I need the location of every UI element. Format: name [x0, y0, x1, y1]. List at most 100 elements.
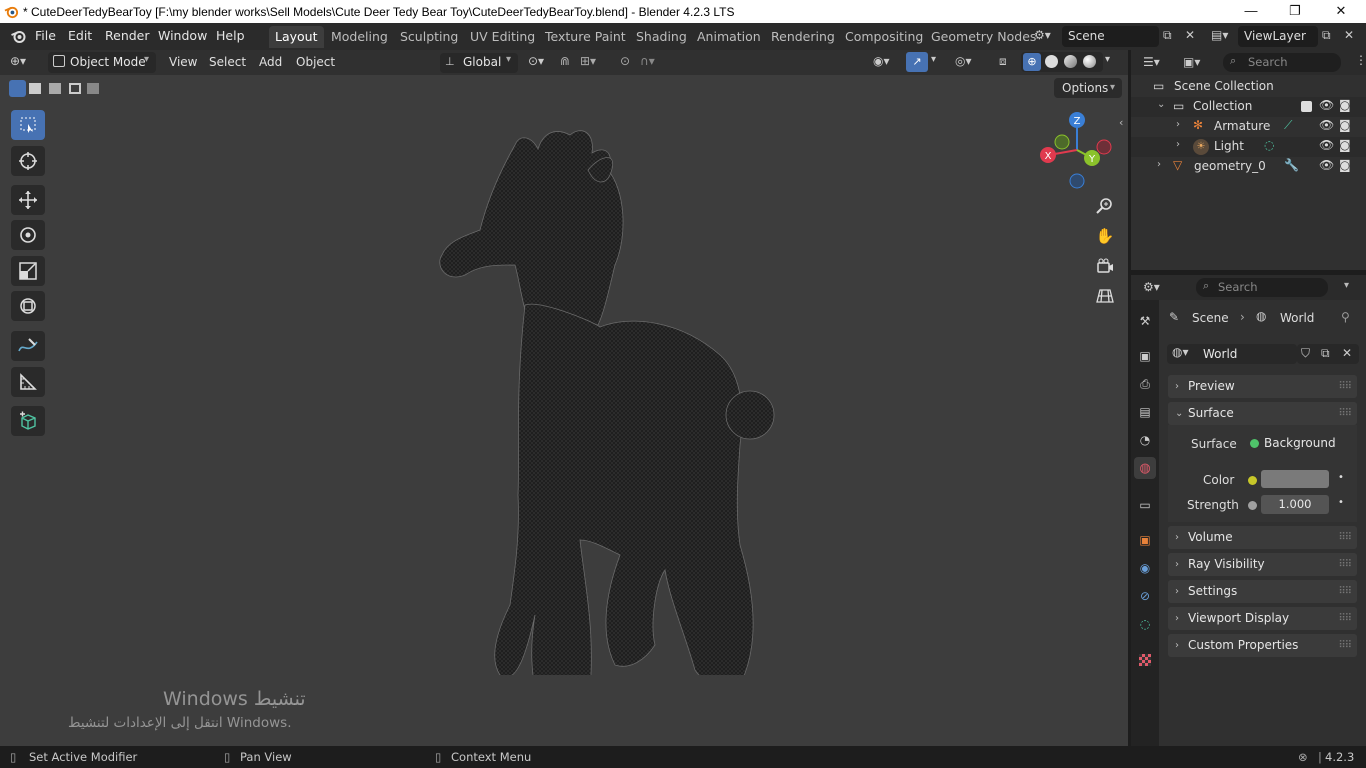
tab-layout[interactable]: Layout — [269, 26, 324, 48]
light-data-icon[interactable]: ◌ — [1264, 138, 1274, 152]
tab-texture[interactable] — [1134, 649, 1156, 671]
viewlayer-browse-icon[interactable]: ▤▾ — [1211, 28, 1228, 42]
deer-model[interactable] — [420, 115, 800, 675]
solid-shading-icon[interactable] — [1045, 55, 1058, 68]
maximize-button[interactable]: ❐ — [1272, 0, 1318, 23]
armature-data-icon[interactable]: ⟋ — [1284, 118, 1292, 133]
tab-constraints[interactable]: ⊘ — [1134, 585, 1156, 607]
tab-shading[interactable]: Shading — [630, 26, 693, 48]
navigation-gizmo[interactable]: Z X Y — [1037, 110, 1117, 190]
gizmo-z-axis[interactable]: Z — [1069, 112, 1085, 128]
keyframe-dot-icon[interactable]: • — [1338, 497, 1344, 508]
select-invert-icon[interactable] — [69, 83, 81, 94]
scene-browse-icon[interactable]: ⚙▾ — [1034, 28, 1051, 42]
gizmo-dropdown-icon[interactable]: ▾ — [931, 54, 936, 65]
minimize-button[interactable]: — — [1228, 0, 1274, 23]
chevron-down-icon[interactable]: ⌄ — [1157, 99, 1165, 110]
gizmo-y-axis[interactable]: Y — [1084, 150, 1100, 166]
outliner-row-collection[interactable]: ⌄ ▭ Collection 👁 ◙ — [1131, 97, 1366, 117]
outliner-editor-type-icon[interactable]: ☰▾ — [1143, 55, 1160, 69]
menu-render[interactable]: Render — [105, 28, 150, 43]
scale-tool[interactable] — [11, 256, 45, 286]
perspective-toggle-button[interactable] — [1092, 283, 1118, 309]
select-box-tool[interactable] — [11, 110, 45, 140]
unlink-icon[interactable]: ✕ — [1342, 346, 1352, 360]
tab-collection[interactable]: ▭ — [1134, 494, 1156, 516]
properties-editor-type-icon[interactable]: ⚙▾ — [1143, 280, 1160, 294]
panel-volume[interactable]: › Volume ⠿⠿ — [1168, 526, 1357, 549]
editor-type-icon[interactable]: ⊕▾ — [10, 54, 26, 68]
snap-target-icon[interactable]: ⊞▾ — [580, 54, 596, 68]
tab-modeling[interactable]: Modeling — [325, 26, 394, 48]
panel-custom-properties[interactable]: › Custom Properties ⠿⠿ — [1168, 634, 1357, 657]
menu-window[interactable]: Window — [158, 28, 207, 43]
exclude-checkbox[interactable] — [1301, 101, 1312, 112]
overlay-icon[interactable]: ◎▾ — [955, 54, 972, 68]
wireframe-shading-icon[interactable]: ⊕ — [1023, 53, 1041, 71]
shading-dropdown-icon[interactable]: ▾ — [1105, 54, 1110, 65]
gizmo-toggle-icon[interactable]: ↗ — [906, 52, 928, 72]
material-shading-icon[interactable] — [1064, 55, 1077, 68]
drag-handle-icon[interactable]: ⠿⠿ — [1338, 634, 1352, 657]
close-window-button[interactable]: ✕ — [1318, 0, 1364, 23]
menu-object[interactable]: Object — [296, 55, 335, 69]
tab-tool[interactable]: ⚒ — [1134, 310, 1156, 332]
surface-shader-selector[interactable]: Background — [1245, 434, 1339, 453]
drag-handle-icon[interactable]: ⠿⠿ — [1338, 607, 1352, 630]
delete-viewlayer-icon[interactable]: ✕ — [1344, 28, 1354, 42]
menu-select[interactable]: Select — [209, 55, 246, 69]
fake-user-shield-icon[interactable]: ⛉ — [1301, 346, 1310, 361]
annotate-tool[interactable] — [11, 331, 45, 361]
camera-render-icon[interactable]: ◙ — [1339, 98, 1351, 112]
tab-world[interactable]: ◍ — [1134, 457, 1156, 479]
new-scene-icon[interactable]: ⧉ — [1163, 28, 1172, 43]
filter-icon[interactable]: ⋮ — [1355, 53, 1366, 67]
menu-help[interactable]: Help — [216, 28, 245, 43]
tab-uv-editing[interactable]: UV Editing — [464, 26, 541, 48]
drag-handle-icon[interactable]: ⠿⠿ — [1338, 553, 1352, 576]
modifier-wrench-icon[interactable]: 🔧 — [1284, 158, 1299, 172]
camera-render-icon[interactable]: ◙ — [1339, 158, 1351, 172]
blender-menu-icon[interactable] — [10, 28, 27, 47]
world-browse-icon[interactable]: ◍▾ — [1172, 345, 1189, 359]
camera-render-icon[interactable]: ◙ — [1339, 118, 1351, 132]
display-mode-icon[interactable]: ▣▾ — [1183, 55, 1200, 69]
panel-preview[interactable]: › Preview ⠿⠿ — [1168, 375, 1357, 398]
select-new-icon[interactable] — [9, 80, 26, 97]
tab-compositing[interactable]: Compositing — [839, 26, 929, 48]
panel-surface[interactable]: ⌄ Surface ⠿⠿ — [1168, 402, 1357, 425]
tab-render[interactable]: ▣ — [1134, 345, 1156, 367]
eye-icon[interactable]: 👁 — [1319, 98, 1334, 112]
measure-tool[interactable] — [11, 367, 45, 397]
tab-sculpting[interactable]: Sculpting — [394, 26, 464, 48]
new-viewlayer-icon[interactable]: ⧉ — [1322, 28, 1331, 43]
select-intersect-icon[interactable] — [87, 83, 99, 94]
chevron-down-icon[interactable]: ▾ — [1344, 280, 1349, 291]
visibility-icon[interactable]: ◉▾ — [873, 54, 890, 68]
tab-scene[interactable]: ◔ — [1134, 429, 1156, 451]
rendered-shading-icon[interactable] — [1083, 55, 1096, 68]
tab-object-data[interactable]: ◌ — [1134, 613, 1156, 635]
options-dropdown[interactable]: Options ▾ — [1054, 78, 1122, 98]
transform-orientation-selector[interactable]: ⊥ Global ▾ — [440, 53, 518, 73]
mode-selector[interactable]: Object Mode ▾ — [48, 52, 156, 73]
world-name-field[interactable]: World — [1203, 347, 1237, 361]
sidebar-toggle-icon[interactable]: ‹ — [1119, 116, 1123, 129]
rotate-tool[interactable] — [11, 220, 45, 250]
panel-viewport-display[interactable]: › Viewport Display ⠿⠿ — [1168, 607, 1357, 630]
scene-name-field[interactable]: Scene — [1062, 26, 1159, 47]
tab-output[interactable]: ⎙ — [1134, 373, 1156, 395]
select-subtract-icon[interactable] — [49, 83, 61, 94]
tab-object[interactable]: ▣ — [1134, 529, 1156, 551]
menu-view[interactable]: View — [169, 55, 197, 69]
eye-icon[interactable]: 👁 — [1319, 158, 1334, 172]
menu-edit[interactable]: Edit — [68, 28, 92, 43]
camera-render-icon[interactable]: ◙ — [1339, 138, 1351, 152]
duplicate-icon[interactable]: ⧉ — [1321, 346, 1330, 361]
gizmo-x-axis[interactable]: X — [1040, 147, 1056, 163]
add-cube-tool[interactable] — [11, 406, 45, 436]
strength-field[interactable]: 1.000 — [1261, 495, 1329, 514]
drag-handle-icon[interactable]: ⠿⠿ — [1338, 580, 1352, 603]
properties-search-input[interactable]: ⌕ Search — [1196, 278, 1328, 297]
eye-icon[interactable]: 👁 — [1319, 138, 1334, 152]
